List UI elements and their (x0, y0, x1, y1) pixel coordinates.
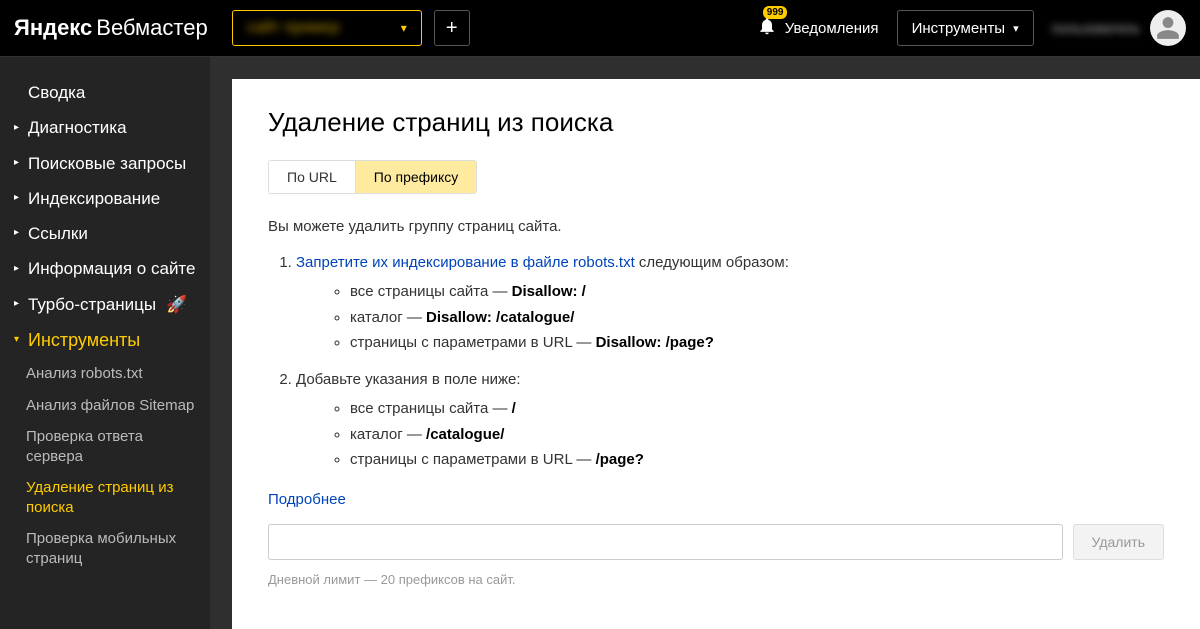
notification-badge: 999 (763, 6, 788, 19)
tools-dropdown-label: Инструменты (912, 20, 1006, 37)
prefix-input-row: Удалить (268, 524, 1164, 560)
chevron-right-icon: ▸ (14, 298, 22, 311)
tab-by-url[interactable]: По URL (269, 161, 356, 193)
sidebar-item-svodka[interactable]: Сводка (0, 75, 210, 110)
user-menu[interactable]: пользователь (1052, 10, 1186, 46)
prefix-input[interactable] (268, 524, 1063, 560)
sidebar-sub-server[interactable]: Проверка ответа сервера (0, 421, 210, 472)
chevron-right-icon: ▸ (14, 192, 22, 205)
sidebar-item-index[interactable]: ▸Индексирование (0, 181, 210, 216)
sidebar-item-turbo[interactable]: ▸Турбо-страницы🚀 (0, 287, 210, 322)
notifications-button[interactable]: 999 Уведомления (757, 16, 879, 40)
sidebar-sub-delete[interactable]: Удаление страниц из поиска (0, 472, 210, 523)
sidebar-item-ssylki[interactable]: ▸Ссылки (0, 216, 210, 251)
daily-limit-text: Дневной лимит — 20 префиксов на сайт. (268, 572, 1164, 587)
robots-link[interactable]: Запретите их индексирование в файле robo… (296, 254, 635, 271)
app-header: Яндекс Вебмастер сайт пример ▾ + 999 Уве… (0, 0, 1200, 57)
chevron-right-icon: ▸ (14, 157, 22, 170)
add-site-button[interactable]: + (434, 10, 470, 46)
avatar (1150, 10, 1186, 46)
instructions-list: Запретите их индексирование в файле robo… (268, 251, 1164, 471)
instruction-step-2: Добавьте указания в поле ниже: все стран… (296, 368, 1164, 471)
content-panel: Удаление страниц из поиска По URL По пре… (232, 79, 1200, 629)
instruction-step-1: Запретите их индексирование в файле robo… (296, 251, 1164, 354)
chevron-down-icon: ▾ (401, 21, 407, 35)
site-selector-dropdown[interactable]: сайт пример ▾ (232, 10, 422, 46)
intro-text: Вы можете удалить группу страниц сайта. (268, 218, 1164, 235)
chevron-down-icon: ▾ (1013, 22, 1019, 35)
tabs: По URL По префиксу (268, 160, 477, 194)
tab-by-prefix[interactable]: По префиксу (356, 161, 477, 193)
chevron-right-icon: ▸ (14, 122, 22, 135)
sidebar-sub-mobile[interactable]: Проверка мобильных страниц (0, 523, 210, 574)
username-text: пользователь (1052, 20, 1140, 36)
sidebar-nav: Сводка ▸Диагностика ▸Поисковые запросы ▸… (0, 57, 210, 629)
sidebar-sub-robots[interactable]: Анализ robots.txt (0, 358, 210, 390)
delete-button[interactable]: Удалить (1073, 524, 1164, 560)
main-area: Удаление страниц из поиска По URL По пре… (210, 57, 1200, 629)
sidebar-item-info[interactable]: ▸Информация о сайте (0, 251, 210, 286)
page-title: Удаление страниц из поиска (268, 107, 1164, 138)
chevron-right-icon: ▸ (14, 227, 22, 240)
plus-icon: + (446, 17, 458, 40)
logo-yandex-text: Яндекс (14, 15, 92, 41)
site-selector-value: сайт пример (247, 19, 340, 37)
chevron-right-icon: ▸ (14, 263, 22, 276)
notifications-label: Уведомления (785, 20, 879, 37)
more-details-link[interactable]: Подробнее (268, 491, 346, 508)
sidebar-item-diagnostika[interactable]: ▸Диагностика (0, 110, 210, 145)
logo-service-text: Вебмастер (96, 15, 207, 41)
sidebar-item-tools[interactable]: ▾Инструменты (0, 322, 210, 359)
sidebar-sub-sitemap[interactable]: Анализ файлов Sitemap (0, 390, 210, 422)
header-right-group: 999 Уведомления Инструменты ▾ пользовате… (757, 10, 1186, 46)
rocket-icon: 🚀 (166, 294, 187, 315)
sidebar-item-poiskovye[interactable]: ▸Поисковые запросы (0, 146, 210, 181)
bell-icon: 999 (757, 16, 777, 40)
tools-dropdown-button[interactable]: Инструменты ▾ (897, 10, 1034, 46)
chevron-down-icon: ▾ (14, 334, 22, 347)
logo[interactable]: Яндекс Вебмастер (14, 15, 208, 41)
